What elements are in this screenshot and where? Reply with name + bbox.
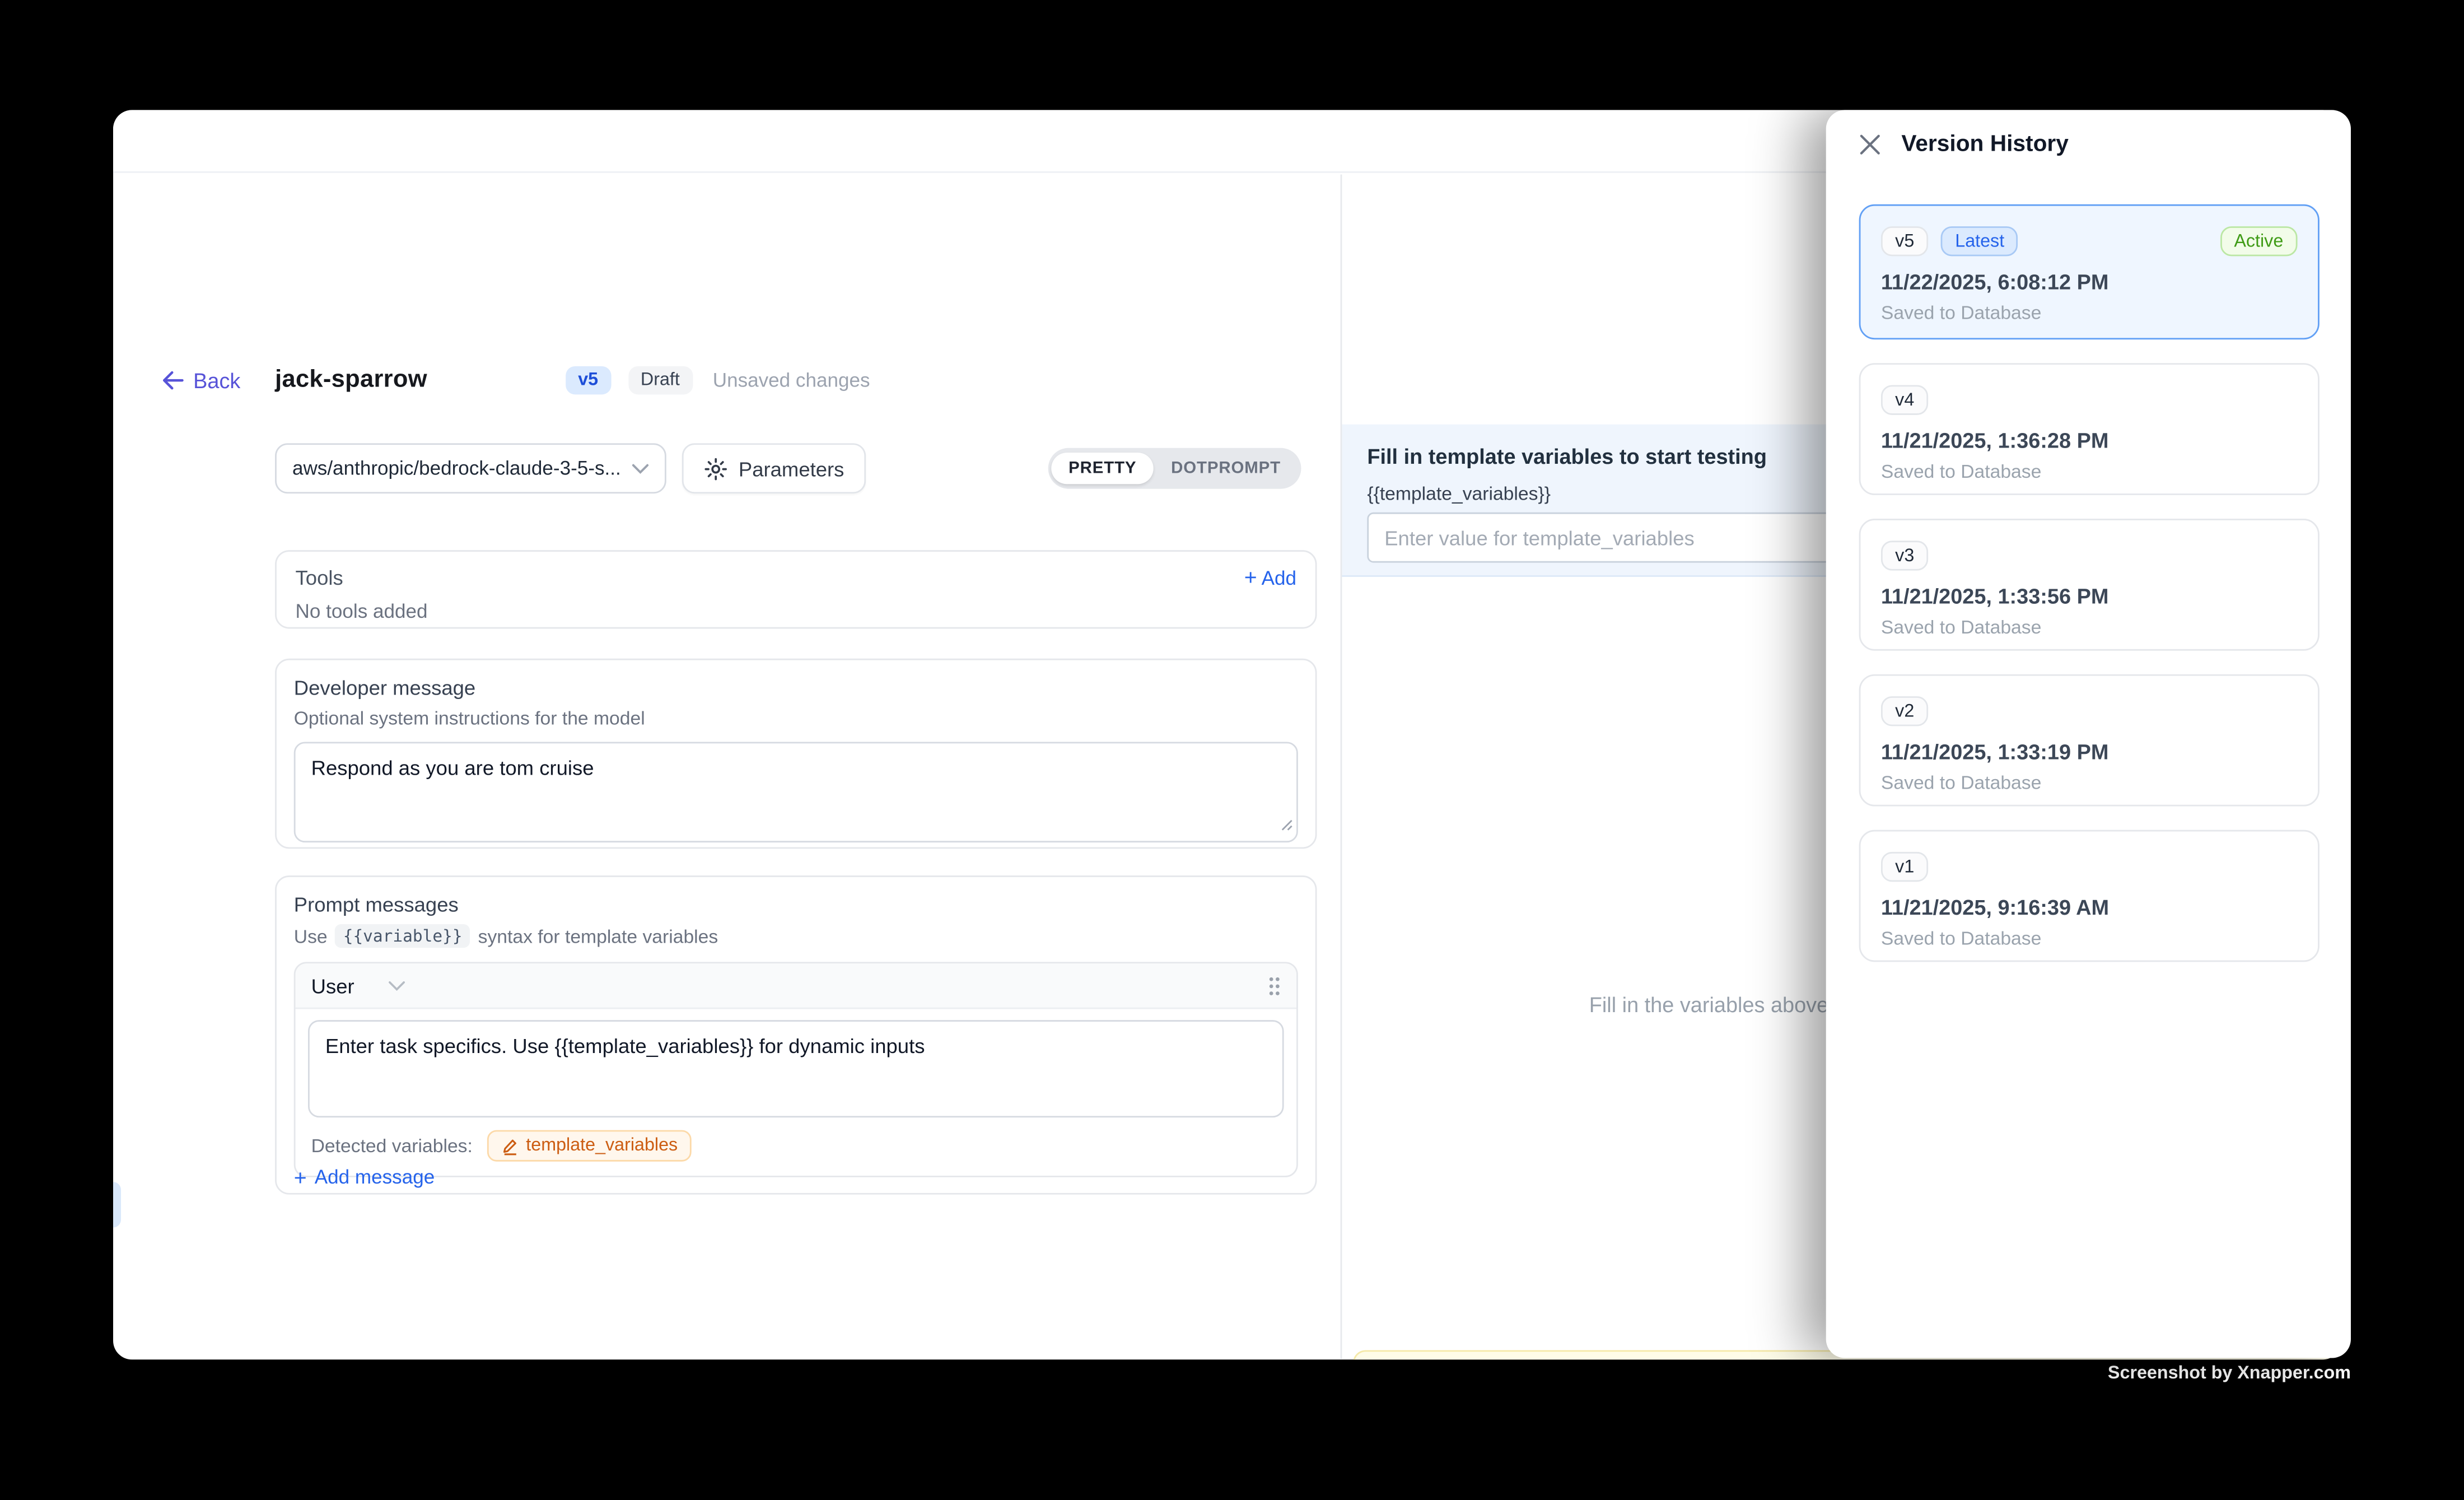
version-status: Saved to Database [1881, 928, 2298, 949]
model-select-value: aws/anthropic/bedrock-claude-3-5-s... [292, 458, 621, 479]
version-card-v1[interactable]: v1 11/21/2025, 9:16:39 AM Saved to Datab… [1859, 830, 2320, 962]
version-timestamp: 11/22/2025, 6:08:12 PM [1881, 271, 2298, 294]
add-tool-button[interactable]: + Add [1244, 566, 1296, 589]
format-option-dotprompt[interactable]: DOTPROMPT [1154, 453, 1298, 484]
plus-icon: + [1244, 564, 1257, 589]
version-history-header: Version History [1826, 110, 2351, 157]
message-role-value: User [311, 973, 354, 997]
arrow-left-icon [162, 371, 184, 390]
parameters-button[interactable]: Parameters [682, 443, 866, 493]
message-body: Enter task specifics. Use {{template_var… [296, 1009, 1296, 1118]
format-option-pretty[interactable]: PRETTY [1051, 453, 1154, 484]
resize-grip-icon[interactable] [1279, 817, 1293, 831]
add-message-button[interactable]: + Add message [294, 1166, 435, 1188]
developer-message-card: Developer message Optional system instru… [275, 659, 1317, 849]
version-label: v4 [1881, 385, 1929, 414]
drag-handle-icon[interactable] [1268, 975, 1281, 995]
edge-accent [113, 1182, 121, 1227]
version-label: v2 [1881, 696, 1929, 726]
back-label: Back [193, 369, 240, 392]
version-timestamp: 11/21/2025, 1:33:56 PM [1881, 585, 2298, 608]
tools-label: Tools [296, 566, 343, 589]
version-card-v2[interactable]: v2 11/21/2025, 1:33:19 PM Saved to Datab… [1859, 674, 2320, 807]
version-timestamp: 11/21/2025, 9:16:39 AM [1881, 896, 2298, 919]
prompt-messages-hint: Use {{variable}} syntax for template var… [294, 924, 1298, 948]
variable-syntax-chip: {{variable}} [335, 924, 470, 948]
detected-variables-label: Detected variables: [311, 1135, 473, 1157]
back-button[interactable]: Back [162, 369, 240, 392]
detected-variables-row: Detected variables: template_variables [296, 1117, 1296, 1176]
version-timestamp: 11/21/2025, 1:33:19 PM [1881, 740, 2298, 764]
message-textarea[interactable]: Enter task specifics. Use {{template_var… [308, 1020, 1284, 1117]
tools-empty-text: No tools added [296, 600, 1296, 622]
chevron-down-icon [632, 463, 649, 474]
plus-icon: + [294, 1166, 307, 1188]
model-select[interactable]: aws/anthropic/bedrock-claude-3-5-s... [275, 443, 666, 493]
document-header: Back jack-sparrow v5 Draft Unsaved chang… [162, 358, 870, 403]
format-toggle: PRETTY DOTPROMPT [1048, 448, 1301, 489]
gear-icon [704, 456, 727, 480]
version-status: Saved to Database [1881, 616, 2298, 638]
screenshot-stage: Back jack-sparrow v5 Draft Unsaved chang… [0, 0, 2464, 1499]
version-status: Saved to Database [1881, 772, 2298, 794]
unsaved-changes-label: Unsaved changes [713, 369, 870, 391]
prompt-messages-label: Prompt messages [294, 893, 1298, 916]
message-block: User Enter task specifics. Use {{templat… [294, 962, 1298, 1177]
panel-divider [1341, 174, 1342, 1359]
version-history-panel: Version History v5 Latest Active 11/22/2… [1826, 110, 2351, 1358]
message-role-select[interactable]: User [311, 973, 407, 997]
version-status: Saved to Database [1881, 302, 2298, 324]
version-card-v5[interactable]: v5 Latest Active 11/22/2025, 6:08:12 PM … [1859, 204, 2320, 339]
version-card-v4[interactable]: v4 11/21/2025, 1:36:28 PM Saved to Datab… [1859, 363, 2320, 495]
version-timestamp: 11/21/2025, 1:36:28 PM [1881, 429, 2298, 453]
watermark-text: Screenshot by Xnapper.com [2108, 1364, 2351, 1383]
parameters-label: Parameters [739, 456, 844, 480]
developer-message-label: Developer message [294, 676, 1298, 700]
version-status: Saved to Database [1881, 460, 2298, 482]
version-label: v1 [1881, 852, 1929, 882]
developer-message-hint: Optional system instructions for the mod… [294, 707, 1298, 729]
page-title: jack-sparrow [275, 366, 427, 395]
tools-card: Tools + Add No tools added [275, 550, 1317, 628]
close-icon[interactable] [1858, 132, 1883, 157]
version-badge: v5 [566, 366, 611, 395]
version-card-v3[interactable]: v3 11/21/2025, 1:33:56 PM Saved to Datab… [1859, 519, 2320, 651]
version-history-title: Version History [1901, 132, 2069, 157]
active-badge: Active [2220, 226, 2297, 256]
prompt-messages-card: Prompt messages Use {{variable}} syntax … [275, 875, 1317, 1195]
pencil-icon [501, 1137, 518, 1154]
developer-message-textarea[interactable]: Respond as you are tom cruise [294, 742, 1298, 842]
model-toolbar: aws/anthropic/bedrock-claude-3-5-s... Pa [275, 443, 1317, 493]
message-header: User [296, 963, 1296, 1009]
latest-badge: Latest [1941, 226, 2018, 256]
template-variables-chip[interactable]: template_variables [487, 1130, 692, 1162]
version-label: v3 [1881, 541, 1929, 570]
draft-badge: Draft [628, 366, 692, 395]
version-label: v5 [1881, 226, 1929, 256]
